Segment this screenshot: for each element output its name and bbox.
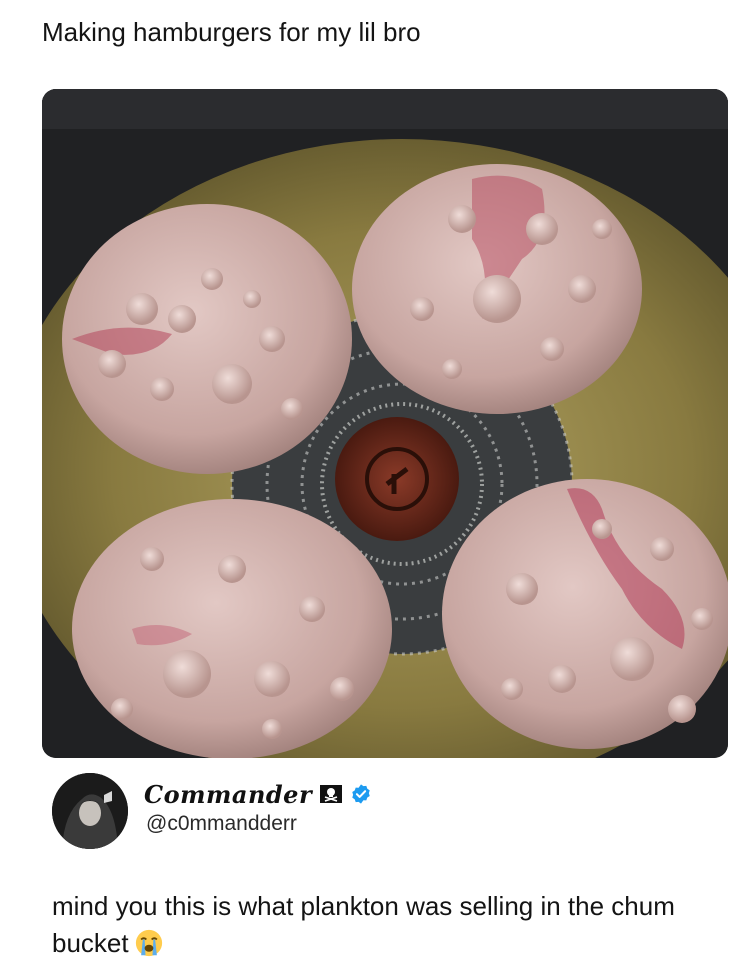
burger-photo-drawing: [42, 89, 728, 758]
name-row: Commander: [144, 779, 372, 809]
avatar[interactable]: [52, 773, 128, 849]
display-name[interactable]: Commander: [144, 780, 312, 809]
pirate-flag-icon: [320, 785, 343, 803]
verified-badge-icon: [352, 784, 370, 804]
loudly-crying-face-icon: [135, 929, 162, 957]
hooded-figure-icon: [52, 773, 128, 849]
post-caption: Making hamburgers for my lil bro: [42, 17, 421, 47]
tweet-header: Commander @c0mmandderr: [42, 765, 728, 855]
burger-photo[interactable]: [42, 89, 728, 758]
handle[interactable]: @c0mmandderr: [146, 812, 297, 836]
tweet-text: mind you this is what plankton was selli…: [52, 888, 712, 962]
